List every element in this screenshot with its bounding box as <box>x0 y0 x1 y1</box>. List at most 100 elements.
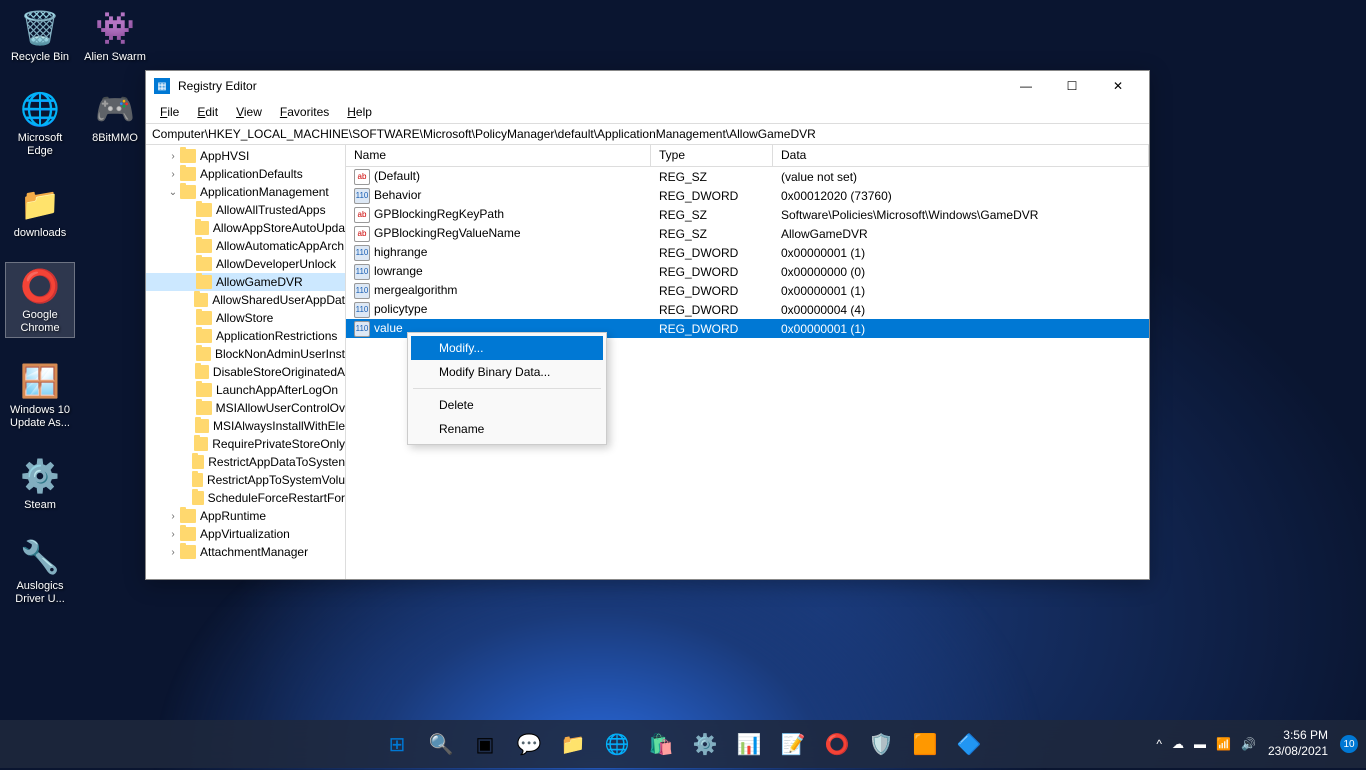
taskbar-start[interactable]: ⊞ <box>377 724 417 764</box>
tree-expander-icon[interactable]: › <box>166 547 180 558</box>
value-type-icon: 110 <box>354 264 370 280</box>
taskbar-settings[interactable]: ⚙️ <box>685 724 725 764</box>
alien-swarm-icon: 👾 <box>94 7 136 49</box>
menu-favorites[interactable]: Favorites <box>272 103 337 121</box>
menu-item-modify-[interactable]: Modify... <box>411 336 603 360</box>
tree-item[interactable]: ›AttachmentManager <box>146 543 345 561</box>
tree-item[interactable]: ›ApplicationDefaults <box>146 165 345 183</box>
taskbar-regedit[interactable]: 🔷 <box>949 724 989 764</box>
notification-badge[interactable]: 10 <box>1340 735 1358 753</box>
tree-item[interactable]: DisableStoreOriginatedA <box>146 363 345 381</box>
desktop-icon-edge[interactable]: 🌐Microsoft Edge <box>5 86 75 160</box>
folder-icon <box>192 491 204 505</box>
tree-expander-icon[interactable]: › <box>166 169 180 180</box>
tree-item[interactable]: RestrictAppToSystemVolu <box>146 471 345 489</box>
value-row[interactable]: 110lowrangeREG_DWORD0x00000000 (0) <box>346 262 1149 281</box>
tree-item[interactable]: AllowAppStoreAutoUpda <box>146 219 345 237</box>
minimize-button[interactable]: — <box>1003 71 1049 101</box>
desktop-icon-downloads[interactable]: 📁downloads <box>5 181 75 242</box>
onedrive-icon[interactable]: ☁ <box>1172 737 1184 751</box>
folder-icon <box>196 239 212 253</box>
tree-item[interactable]: AllowDeveloperUnlock <box>146 255 345 273</box>
folder-icon <box>194 437 208 451</box>
taskbar-app1[interactable]: 📊 <box>729 724 769 764</box>
col-name[interactable]: Name <box>346 145 651 166</box>
folder-icon <box>180 545 196 559</box>
desktop-icon-recycle-bin[interactable]: 🗑️Recycle Bin <box>5 5 75 66</box>
menu-view[interactable]: View <box>228 103 270 121</box>
desktop-icon-8bitmmo[interactable]: 🎮8BitMMO <box>80 86 150 147</box>
tree-item[interactable]: AllowGameDVR <box>146 273 345 291</box>
menu-edit[interactable]: Edit <box>189 103 226 121</box>
col-type[interactable]: Type <box>651 145 773 166</box>
taskbar-store[interactable]: 🛍️ <box>641 724 681 764</box>
desktop-icon-alien-swarm[interactable]: 👾Alien Swarm <box>80 5 150 66</box>
tree-item[interactable]: ›AppVirtualization <box>146 525 345 543</box>
system-tray[interactable]: ^ ☁ ▬ 📶 🔊 <box>1156 737 1256 751</box>
folder-icon <box>196 257 212 271</box>
registry-tree[interactable]: ›AppHVSI›ApplicationDefaults⌄Application… <box>146 145 346 579</box>
folder-icon <box>196 347 211 361</box>
tree-expander-icon[interactable]: ⌄ <box>166 187 180 198</box>
tree-item[interactable]: AllowSharedUserAppDat <box>146 291 345 309</box>
tray-chevron-icon[interactable]: ^ <box>1156 737 1162 751</box>
tree-item[interactable]: ⌄ApplicationManagement <box>146 183 345 201</box>
value-row[interactable]: 110highrangeREG_DWORD0x00000001 (1) <box>346 243 1149 262</box>
taskbar-chat[interactable]: 💬 <box>509 724 549 764</box>
tree-item[interactable]: RestrictAppDataToSysten <box>146 453 345 471</box>
tree-expander-icon[interactable]: › <box>166 511 180 522</box>
menu-file[interactable]: File <box>152 103 187 121</box>
tree-item[interactable]: ScheduleForceRestartFor <box>146 489 345 507</box>
col-data[interactable]: Data <box>773 145 1149 166</box>
menu-separator <box>413 388 601 389</box>
tree-expander-icon[interactable]: › <box>166 529 180 540</box>
volume-icon[interactable]: 🔊 <box>1241 737 1256 751</box>
taskbar-search[interactable]: 🔍 <box>421 724 461 764</box>
tree-item[interactable]: ApplicationRestrictions <box>146 327 345 345</box>
taskbar-taskview[interactable]: ▣ <box>465 724 505 764</box>
desktop-icon-win10-update[interactable]: 🪟Windows 10 Update As... <box>5 358 75 432</box>
value-row[interactable]: abGPBlockingRegValueNameREG_SZAllowGameD… <box>346 224 1149 243</box>
taskbar-security[interactable]: 🛡️ <box>861 724 901 764</box>
value-row[interactable]: 110policytypeREG_DWORD0x00000004 (4) <box>346 300 1149 319</box>
tree-item[interactable]: MSIAllowUserControlOv <box>146 399 345 417</box>
wifi-icon[interactable]: 📶 <box>1216 737 1231 751</box>
value-row[interactable]: ab(Default)REG_SZ(value not set) <box>346 167 1149 186</box>
value-row[interactable]: 110BehaviorREG_DWORD0x00012020 (73760) <box>346 186 1149 205</box>
menu-item-rename[interactable]: Rename <box>411 417 603 441</box>
menu-item-modify-binary-data-[interactable]: Modify Binary Data... <box>411 360 603 384</box>
clock[interactable]: 3:56 PM 23/08/2021 <box>1268 728 1328 759</box>
value-row[interactable]: abGPBlockingRegKeyPathREG_SZSoftware\Pol… <box>346 205 1149 224</box>
taskbar-edge[interactable]: 🌐 <box>597 724 637 764</box>
tree-item[interactable]: LaunchAppAfterLogOn <box>146 381 345 399</box>
tree-expander-icon[interactable]: › <box>166 151 180 162</box>
tree-item[interactable]: AllowAutomaticAppArch <box>146 237 345 255</box>
tree-item[interactable]: AllowStore <box>146 309 345 327</box>
tree-item[interactable]: ›AppHVSI <box>146 147 345 165</box>
close-button[interactable]: ✕ <box>1095 71 1141 101</box>
menu-item-delete[interactable]: Delete <box>411 393 603 417</box>
value-row[interactable]: 110mergealgorithmREG_DWORD0x00000001 (1) <box>346 281 1149 300</box>
tree-item[interactable]: MSIAlwaysInstallWithEle <box>146 417 345 435</box>
desktop-icon-steam[interactable]: ⚙️Steam <box>5 453 75 514</box>
folder-icon <box>196 401 212 415</box>
address-bar[interactable]: Computer\HKEY_LOCAL_MACHINE\SOFTWARE\Mic… <box>146 123 1149 145</box>
tree-item[interactable]: RequirePrivateStoreOnly <box>146 435 345 453</box>
maximize-button[interactable]: ☐ <box>1049 71 1095 101</box>
list-header[interactable]: Name Type Data <box>346 145 1149 167</box>
tree-item[interactable]: AllowAllTrustedApps <box>146 201 345 219</box>
menu-help[interactable]: Help <box>339 103 380 121</box>
battery-icon[interactable]: ▬ <box>1194 737 1206 751</box>
tree-item[interactable]: BlockNonAdminUserInst <box>146 345 345 363</box>
menubar: FileEditViewFavoritesHelp <box>146 101 1149 123</box>
desktop-icon-auslogics[interactable]: 🔧Auslogics Driver U... <box>5 534 75 608</box>
taskbar-word[interactable]: 📝 <box>773 724 813 764</box>
taskbar-explorer[interactable]: 📁 <box>553 724 593 764</box>
taskbar-app2[interactable]: 🟧 <box>905 724 945 764</box>
taskbar: ⊞🔍▣💬📁🌐🛍️⚙️📊📝⭕🛡️🟧🔷 ^ ☁ ▬ 📶 🔊 3:56 PM 23/0… <box>0 720 1366 768</box>
desktop-icon-chrome[interactable]: ⭕Google Chrome <box>5 262 75 338</box>
value-type-icon: 110 <box>354 188 370 204</box>
titlebar[interactable]: ▦ Registry Editor — ☐ ✕ <box>146 71 1149 101</box>
tree-item[interactable]: ›AppRuntime <box>146 507 345 525</box>
taskbar-chrome[interactable]: ⭕ <box>817 724 857 764</box>
